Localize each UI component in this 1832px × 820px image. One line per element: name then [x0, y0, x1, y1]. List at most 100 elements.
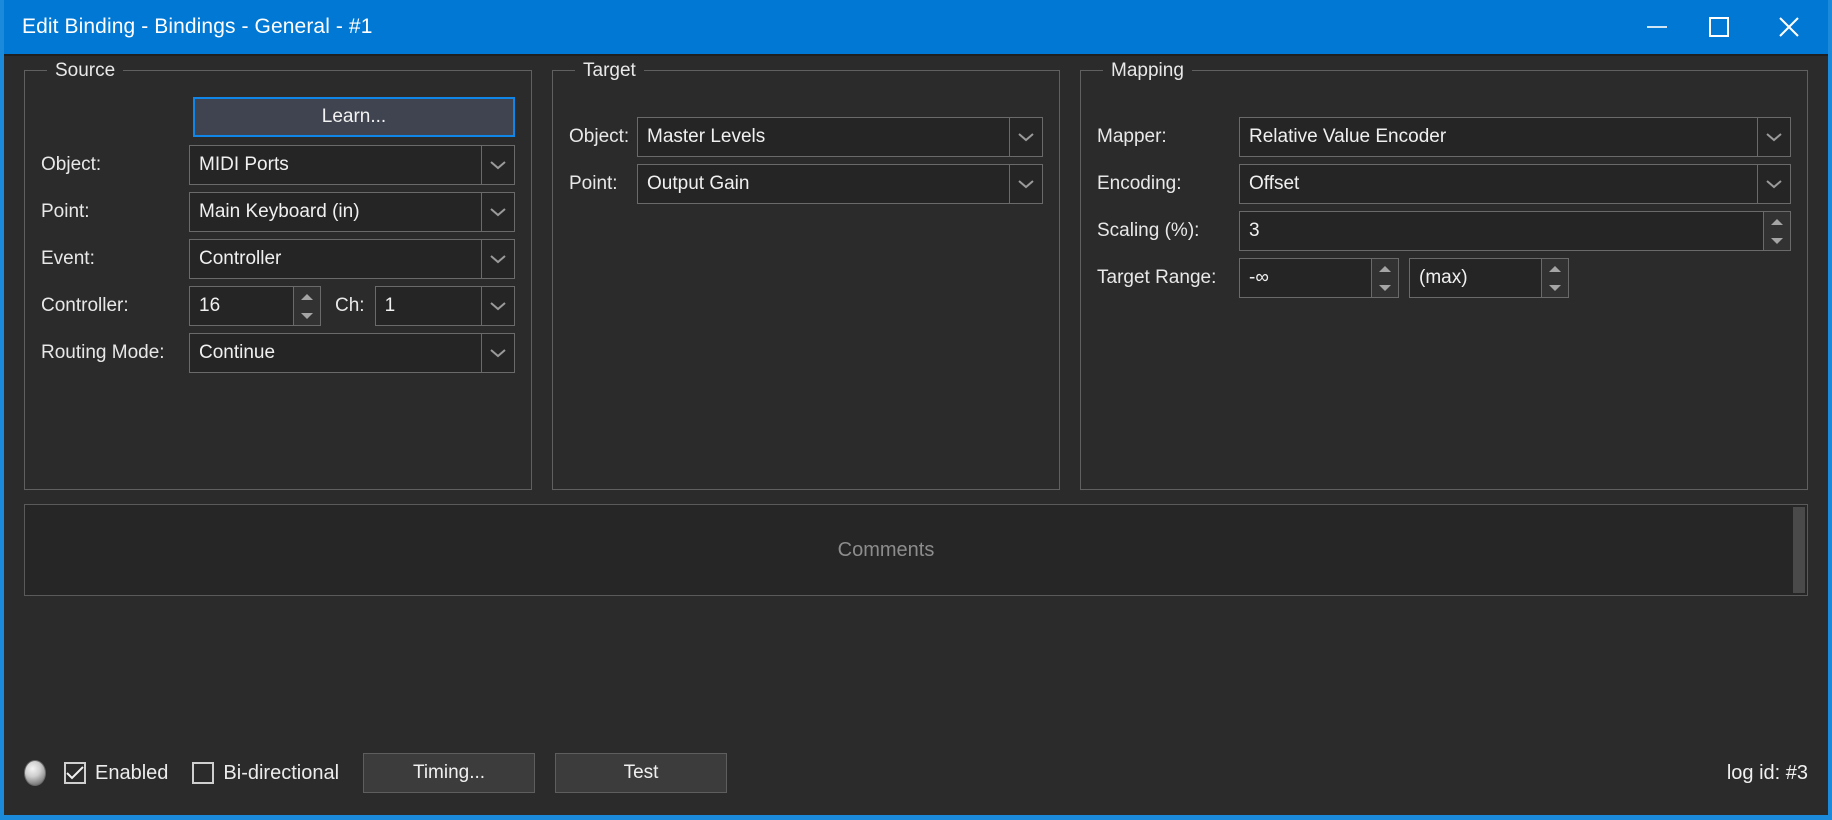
mapper-value: Relative Value Encoder — [1239, 117, 1757, 157]
target-object-label: Object: — [569, 126, 630, 147]
bidirectional-checkbox-wrap[interactable]: Bi-directional — [192, 762, 339, 785]
source-group-title: Source — [47, 59, 124, 83]
stepper-down-icon[interactable] — [1372, 278, 1398, 297]
stepper-up-icon[interactable] — [294, 287, 320, 306]
source-point-combobox[interactable]: Main Keyboard (in) — [189, 192, 515, 232]
comments-placeholder: Comments — [837, 538, 935, 561]
minimize-icon — [1646, 21, 1668, 33]
window-controls — [1626, 0, 1828, 54]
bidirectional-label: Bi-directional — [223, 761, 340, 784]
target-range-min-value[interactable]: -∞ — [1239, 258, 1371, 298]
maximize-button[interactable] — [1688, 0, 1750, 54]
source-point-row: Point: Main Keyboard (in) — [41, 192, 515, 232]
target-range-max-value[interactable]: (max) — [1409, 258, 1541, 298]
footer-bar: Enabled Bi-directional Timing... Test lo… — [24, 753, 1808, 793]
stepper-down-icon[interactable] — [1764, 231, 1790, 250]
source-group: Source Learn... Object: MIDI Ports Point… — [24, 59, 532, 490]
source-routing-label: Routing Mode: — [41, 342, 165, 363]
chevron-down-icon[interactable] — [1009, 164, 1043, 204]
chevron-down-icon[interactable] — [481, 286, 515, 326]
learn-button[interactable]: Learn... — [193, 97, 515, 137]
edit-binding-window: Edit Binding - Bindings - General - #1 S… — [0, 0, 1832, 820]
mapping-group-title: Mapping — [1103, 59, 1192, 83]
scaling-stepper-buttons — [1763, 211, 1791, 251]
target-group: Target Object: Master Levels Point: Outp… — [552, 59, 1060, 490]
dialog-content: Source Learn... Object: MIDI Ports Point… — [4, 56, 1828, 815]
comments-field[interactable]: Comments — [24, 504, 1808, 596]
source-object-combobox[interactable]: MIDI Ports — [189, 145, 515, 185]
stepper-down-icon[interactable] — [1542, 278, 1568, 297]
encoding-label: Encoding: — [1097, 173, 1182, 194]
target-point-combobox[interactable]: Output Gain — [637, 164, 1043, 204]
chevron-down-icon[interactable] — [1009, 117, 1043, 157]
controller-stepper[interactable]: 16 — [189, 286, 321, 326]
source-event-label: Event: — [41, 248, 95, 269]
mapper-label: Mapper: — [1097, 126, 1167, 147]
close-icon — [1777, 15, 1801, 39]
routing-mode-value: Continue — [189, 333, 481, 373]
check-icon — [66, 766, 84, 780]
enabled-label: Enabled — [95, 761, 169, 784]
target-object-value: Master Levels — [637, 117, 1009, 157]
controller-stepper-buttons — [293, 286, 321, 326]
range-min-stepper-buttons — [1371, 258, 1399, 298]
target-point-label: Point: — [569, 173, 618, 194]
scaling-stepper[interactable]: 3 — [1239, 211, 1791, 251]
mapper-combobox[interactable]: Relative Value Encoder — [1239, 117, 1791, 157]
mapper-row: Mapper: Relative Value Encoder — [1097, 117, 1791, 157]
source-event-row: Event: Controller — [41, 239, 515, 279]
window-title: Edit Binding - Bindings - General - #1 — [22, 15, 373, 38]
mapping-group: Mapping Mapper: Relative Value Encoder E… — [1080, 59, 1808, 490]
channel-label: Ch: — [335, 295, 365, 316]
close-button[interactable] — [1750, 0, 1828, 54]
source-point-label: Point: — [41, 201, 90, 222]
source-controller-row: Controller: 16 Ch: 1 — [41, 286, 515, 326]
target-point-row: Point: Output Gain — [569, 164, 1043, 204]
target-range-max-stepper[interactable]: (max) — [1409, 258, 1569, 298]
learn-row: Learn... — [41, 97, 515, 137]
stepper-up-icon[interactable] — [1372, 259, 1398, 278]
chevron-down-icon[interactable] — [1757, 117, 1791, 157]
target-object-row: Object: Master Levels — [569, 117, 1043, 157]
channel-combobox[interactable]: 1 — [374, 286, 515, 326]
target-point-value: Output Gain — [637, 164, 1009, 204]
target-range-label: Target Range: — [1097, 267, 1217, 288]
activity-led-icon — [24, 760, 46, 786]
source-event-value: Controller — [189, 239, 481, 279]
bidirectional-checkbox[interactable] — [192, 762, 215, 784]
chevron-down-icon[interactable] — [481, 192, 515, 232]
source-controller-label: Controller: — [41, 295, 129, 316]
title-bar: Edit Binding - Bindings - General - #1 — [4, 0, 1828, 56]
enabled-checkbox-wrap[interactable]: Enabled — [64, 762, 168, 785]
stepper-down-icon[interactable] — [294, 306, 320, 325]
target-object-combobox[interactable]: Master Levels — [637, 117, 1043, 157]
routing-mode-combobox[interactable]: Continue — [189, 333, 515, 373]
channel-value: 1 — [374, 286, 481, 326]
test-button[interactable]: Test — [555, 753, 728, 793]
source-object-value: MIDI Ports — [189, 145, 481, 185]
encoding-combobox[interactable]: Offset — [1239, 164, 1791, 204]
stepper-up-icon[interactable] — [1764, 212, 1790, 231]
chevron-down-icon[interactable] — [481, 333, 515, 373]
chevron-down-icon[interactable] — [1757, 164, 1791, 204]
maximize-icon — [1708, 16, 1730, 38]
range-max-stepper-buttons — [1541, 258, 1569, 298]
target-range-min-stepper[interactable]: -∞ — [1239, 258, 1399, 298]
source-object-row: Object: MIDI Ports — [41, 145, 515, 185]
target-range-row: Target Range: -∞ (max) — [1097, 258, 1791, 298]
log-id-label: log id: #3 — [1726, 761, 1808, 784]
comments-scrollbar[interactable] — [1793, 507, 1805, 593]
source-event-combobox[interactable]: Controller — [189, 239, 515, 279]
timing-button[interactable]: Timing... — [363, 753, 536, 793]
source-routing-row: Routing Mode: Continue — [41, 333, 515, 373]
chevron-down-icon[interactable] — [481, 239, 515, 279]
encoding-value: Offset — [1239, 164, 1757, 204]
minimize-button[interactable] — [1626, 0, 1688, 54]
target-group-title: Target — [575, 59, 644, 83]
chevron-down-icon[interactable] — [481, 145, 515, 185]
stepper-up-icon[interactable] — [1542, 259, 1568, 278]
source-point-value: Main Keyboard (in) — [189, 192, 481, 232]
enabled-checkbox[interactable] — [64, 762, 86, 784]
controller-value[interactable]: 16 — [189, 286, 293, 326]
scaling-value[interactable]: 3 — [1239, 211, 1763, 251]
